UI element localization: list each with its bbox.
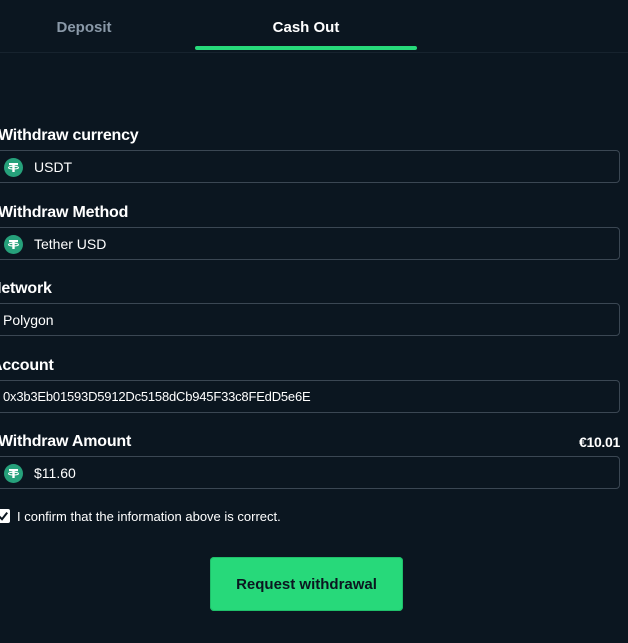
tether-icon	[4, 158, 23, 177]
network-value: Polygon	[3, 312, 54, 328]
withdraw-amount-value: $11.60	[34, 465, 76, 481]
account-value: 0x3b3Eb01593D5912Dc5158dCb945F33c8FEdD5e…	[3, 389, 311, 404]
account-input[interactable]: 0x3b3Eb01593D5912Dc5158dCb945F33c8FEdD5e…	[0, 380, 620, 413]
withdraw-amount-label: Withdraw Amount	[0, 433, 132, 450]
withdraw-currency-select[interactable]: USDT	[0, 150, 620, 183]
active-tab-indicator	[195, 46, 417, 50]
tab-deposit[interactable]: Deposit	[0, 0, 168, 52]
withdraw-method-value: Tether USD	[34, 236, 107, 252]
network-label: Network	[0, 280, 52, 297]
withdraw-method-select[interactable]: Tether USD	[0, 227, 620, 260]
confirm-checkbox[interactable]	[0, 509, 10, 523]
withdraw-method-label: Withdraw Method	[0, 204, 129, 221]
request-withdrawal-button[interactable]: Request withdrawal	[210, 557, 403, 611]
withdraw-currency-value: USDT	[34, 159, 73, 175]
tether-icon	[4, 464, 23, 483]
account-label: Account	[0, 357, 54, 374]
tether-icon	[4, 235, 23, 254]
withdraw-currency-label: Withdraw currency	[0, 127, 139, 144]
tab-bar: Deposit Cash Out	[0, 0, 628, 53]
withdraw-amount-input[interactable]: $11.60	[0, 456, 620, 489]
network-select[interactable]: Polygon	[0, 303, 620, 336]
tab-cash-out[interactable]: Cash Out	[195, 0, 417, 52]
amount-converted-value: €10.01	[578, 434, 620, 450]
confirm-text: I confirm that the information above is …	[17, 509, 281, 524]
